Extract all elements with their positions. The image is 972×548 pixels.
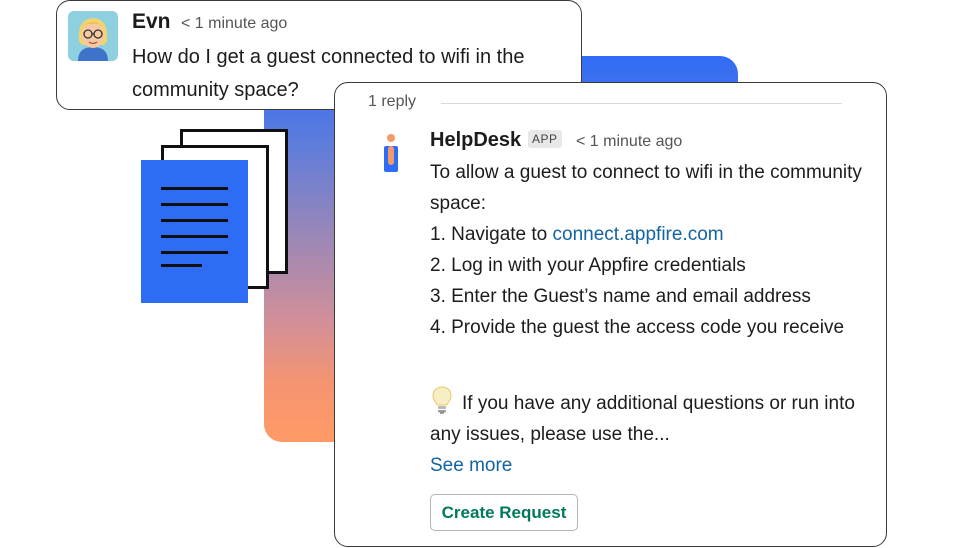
see-more-line: See more	[430, 450, 870, 481]
document-line	[161, 251, 228, 254]
appfire-link[interactable]: connect.appfire.com	[553, 224, 724, 245]
helpdesk-bot-icon	[384, 134, 398, 172]
document-line	[161, 235, 228, 238]
step-item: 1. Navigate to connect.appfire.com	[430, 219, 870, 250]
tip-paragraph: If you have any additional questions or …	[430, 385, 870, 450]
lightbulb-icon	[432, 386, 452, 414]
document-line	[161, 219, 228, 222]
app-badge: APP	[528, 130, 562, 148]
document-front	[141, 160, 248, 303]
reply-body: To allow a guest to connect to wifi in t…	[430, 157, 870, 343]
reply-count[interactable]: 1 reply	[368, 93, 416, 111]
tip-block: If you have any additional questions or …	[430, 385, 870, 481]
see-more-link[interactable]: See more	[430, 455, 512, 476]
document-line	[161, 187, 228, 190]
step-item: 4. Provide the guest the access code you…	[430, 317, 845, 338]
message-timestamp[interactable]: < 1 minute ago	[181, 15, 287, 33]
reply-divider	[441, 103, 842, 104]
thread-card: 1 reply HelpDesk APP < 1 minute ago To a…	[334, 82, 887, 547]
user-avatar[interactable]	[68, 11, 118, 61]
step-item: 3. Enter the Guest’s name and email addr…	[430, 286, 811, 307]
document-line	[161, 203, 228, 206]
bot-name[interactable]: HelpDesk	[430, 129, 521, 152]
document-line	[161, 264, 202, 267]
reply-intro: To allow a guest to connect to wifi in t…	[430, 162, 862, 214]
step-text: 1. Navigate to	[430, 224, 553, 245]
message-author[interactable]: Evn	[132, 10, 171, 34]
tip-text: If you have any additional questions or …	[430, 393, 855, 445]
step-item: 2. Log in with your Appfire credentials	[430, 255, 746, 276]
user-avatar-icon	[68, 11, 118, 61]
reply-timestamp[interactable]: < 1 minute ago	[576, 133, 682, 151]
create-request-button[interactable]: Create Request	[430, 494, 578, 531]
